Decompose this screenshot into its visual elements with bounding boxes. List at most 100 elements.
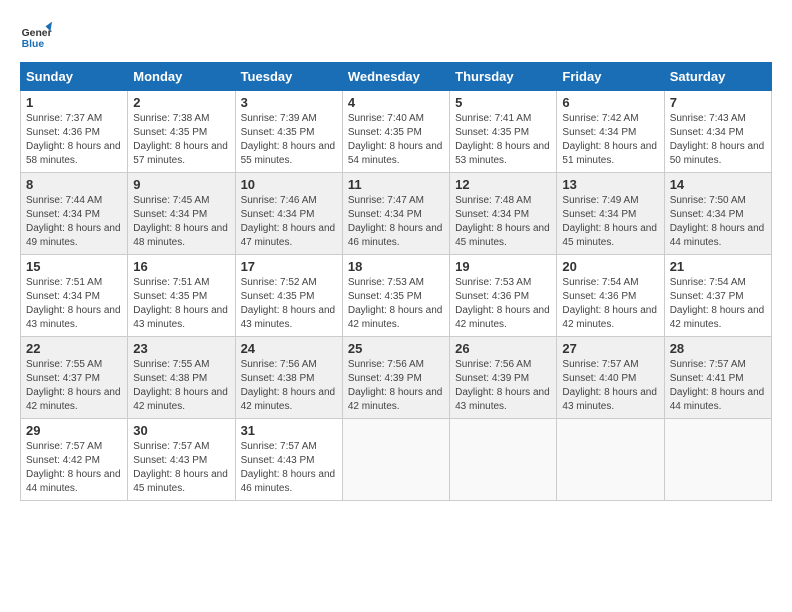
day-info: Sunrise: 7:55 AMSunset: 4:37 PMDaylight:… xyxy=(26,358,122,414)
day-info: Sunrise: 7:56 AMSunset: 4:39 PMDaylight:… xyxy=(455,358,551,414)
calendar-cell-26: 26Sunrise: 7:56 AMSunset: 4:39 PMDayligh… xyxy=(450,337,557,419)
calendar-cell-14: 14 Sunrise: 7:50 AMSunset: 4:34 PMDayligh… xyxy=(664,173,771,255)
day-info: Sunrise: 7:53 AMSunset: 4:35 PMDaylight:… xyxy=(348,276,444,332)
calendar-cell-28: 28 Sunrise: 7:57 AMSunset: 4:41 PMDayligh… xyxy=(664,337,771,419)
calendar-cell-27: 27 Sunrise: 7:57 AMSunset: 4:40 PMDayligh… xyxy=(557,337,664,419)
day-info: Sunrise: 7:57 AMSunset: 4:43 PMDaylight:… xyxy=(241,440,337,496)
day-header-friday: Friday xyxy=(557,63,664,91)
day-info: Sunrise: 7:56 AMSunset: 4:38 PMDaylight:… xyxy=(241,358,337,414)
day-number: 12 xyxy=(455,177,551,192)
day-number: 8 xyxy=(26,177,122,192)
calendar-cell-empty xyxy=(342,419,449,501)
calendar-cell-30: 30Sunrise: 7:57 AMSunset: 4:43 PMDayligh… xyxy=(128,419,235,501)
calendar-cell-19: 19 Sunrise: 7:53 AMSunset: 4:36 PMDayligh… xyxy=(450,255,557,337)
day-header-saturday: Saturday xyxy=(664,63,771,91)
calendar-cell-9: 9 Sunrise: 7:45 AMSunset: 4:34 PMDaylight… xyxy=(128,173,235,255)
day-number: 16 xyxy=(133,259,229,274)
day-info: Sunrise: 7:42 AMSunset: 4:34 PMDaylight:… xyxy=(562,112,658,168)
day-header-wednesday: Wednesday xyxy=(342,63,449,91)
calendar-cell-10: 10 Sunrise: 7:46 AMSunset: 4:34 PMDayligh… xyxy=(235,173,342,255)
calendar-cell-22: 22Sunrise: 7:55 AMSunset: 4:37 PMDayligh… xyxy=(21,337,128,419)
day-number: 23 xyxy=(133,341,229,356)
calendar-cell-25: 25 Sunrise: 7:56 AMSunset: 4:39 PMDayligh… xyxy=(342,337,449,419)
calendar-cell-3: 3 Sunrise: 7:39 AMSunset: 4:35 PMDaylight… xyxy=(235,91,342,173)
day-info: Sunrise: 7:55 AMSunset: 4:38 PMDaylight:… xyxy=(133,358,229,414)
day-info: Sunrise: 7:52 AMSunset: 4:35 PMDaylight:… xyxy=(241,276,337,332)
calendar-cell-15: 15 Sunrise: 7:51 AMSunset: 4:34 PMDayligh… xyxy=(21,255,128,337)
day-number: 18 xyxy=(348,259,444,274)
day-header-thursday: Thursday xyxy=(450,63,557,91)
logo: General Blue xyxy=(20,20,58,52)
day-number: 1 xyxy=(26,95,122,110)
calendar-cell-4: 4 Sunrise: 7:40 AMSunset: 4:35 PMDaylight… xyxy=(342,91,449,173)
day-info: Sunrise: 7:43 AMSunset: 4:34 PMDaylight:… xyxy=(670,112,766,168)
calendar-body: 1Sunrise: 7:37 AMSunset: 4:36 PMDaylight… xyxy=(21,91,772,501)
calendar-cell-29: 29 Sunrise: 7:57 AMSunset: 4:42 PMDayligh… xyxy=(21,419,128,501)
day-info: Sunrise: 7:41 AMSunset: 4:35 PMDaylight:… xyxy=(455,112,551,168)
calendar-cell-24: 24 Sunrise: 7:56 AMSunset: 4:38 PMDayligh… xyxy=(235,337,342,419)
day-number: 11 xyxy=(348,177,444,192)
calendar-table: SundayMondayTuesdayWednesdayThursdayFrid… xyxy=(20,62,772,501)
svg-text:Blue: Blue xyxy=(22,39,45,50)
day-number: 27 xyxy=(562,341,658,356)
day-number: 24 xyxy=(241,341,337,356)
day-info: Sunrise: 7:48 AMSunset: 4:34 PMDaylight:… xyxy=(455,194,551,250)
day-info: Sunrise: 7:38 AMSunset: 4:35 PMDaylight:… xyxy=(133,112,229,168)
day-info: Sunrise: 7:54 AMSunset: 4:36 PMDaylight:… xyxy=(562,276,658,332)
day-info: Sunrise: 7:40 AMSunset: 4:35 PMDaylight:… xyxy=(348,112,444,168)
day-number: 17 xyxy=(241,259,337,274)
day-info: Sunrise: 7:47 AMSunset: 4:34 PMDaylight:… xyxy=(348,194,444,250)
calendar-cell-2: 2 Sunrise: 7:38 AMSunset: 4:35 PMDaylight… xyxy=(128,91,235,173)
calendar-cell-16: 16 Sunrise: 7:51 AMSunset: 4:35 PMDayligh… xyxy=(128,255,235,337)
day-number: 30 xyxy=(133,423,229,438)
calendar-cell-17: 17 Sunrise: 7:52 AMSunset: 4:35 PMDayligh… xyxy=(235,255,342,337)
day-number: 2 xyxy=(133,95,229,110)
calendar-cell-21: 21Sunrise: 7:54 AMSunset: 4:37 PMDayligh… xyxy=(664,255,771,337)
day-number: 13 xyxy=(562,177,658,192)
day-info: Sunrise: 7:50 AMSunset: 4:34 PMDaylight:… xyxy=(670,194,766,250)
day-number: 15 xyxy=(26,259,122,274)
day-info: Sunrise: 7:51 AMSunset: 4:34 PMDaylight:… xyxy=(26,276,122,332)
day-info: Sunrise: 7:46 AMSunset: 4:34 PMDaylight:… xyxy=(241,194,337,250)
day-info: Sunrise: 7:57 AMSunset: 4:42 PMDaylight:… xyxy=(26,440,122,496)
day-number: 6 xyxy=(562,95,658,110)
calendar-cell-1: 1Sunrise: 7:37 AMSunset: 4:36 PMDaylight… xyxy=(21,91,128,173)
day-info: Sunrise: 7:54 AMSunset: 4:37 PMDaylight:… xyxy=(670,276,766,332)
calendar-cell-empty xyxy=(450,419,557,501)
calendar-cell-11: 11 Sunrise: 7:47 AMSunset: 4:34 PMDayligh… xyxy=(342,173,449,255)
calendar-cell-18: 18 Sunrise: 7:53 AMSunset: 4:35 PMDayligh… xyxy=(342,255,449,337)
day-number: 10 xyxy=(241,177,337,192)
calendar-cell-12: 12 Sunrise: 7:48 AMSunset: 4:34 PMDayligh… xyxy=(450,173,557,255)
day-number: 31 xyxy=(241,423,337,438)
calendar-cell-5: 5Sunrise: 7:41 AMSunset: 4:35 PMDaylight… xyxy=(450,91,557,173)
calendar-cell-23: 23 Sunrise: 7:55 AMSunset: 4:38 PMDayligh… xyxy=(128,337,235,419)
day-number: 3 xyxy=(241,95,337,110)
calendar-cell-13: 13 Sunrise: 7:49 AMSunset: 4:34 PMDayligh… xyxy=(557,173,664,255)
day-number: 4 xyxy=(348,95,444,110)
calendar-cell-empty xyxy=(557,419,664,501)
day-info: Sunrise: 7:49 AMSunset: 4:34 PMDaylight:… xyxy=(562,194,658,250)
day-info: Sunrise: 7:53 AMSunset: 4:36 PMDaylight:… xyxy=(455,276,551,332)
day-number: 28 xyxy=(670,341,766,356)
day-info: Sunrise: 7:45 AMSunset: 4:34 PMDaylight:… xyxy=(133,194,229,250)
calendar-cell-8: 8Sunrise: 7:44 AMSunset: 4:34 PMDaylight… xyxy=(21,173,128,255)
day-number: 7 xyxy=(670,95,766,110)
day-info: Sunrise: 7:56 AMSunset: 4:39 PMDaylight:… xyxy=(348,358,444,414)
logo-icon: General Blue xyxy=(20,20,52,52)
calendar-cell-6: 6 Sunrise: 7:42 AMSunset: 4:34 PMDaylight… xyxy=(557,91,664,173)
day-number: 9 xyxy=(133,177,229,192)
day-number: 20 xyxy=(562,259,658,274)
day-header-sunday: Sunday xyxy=(21,63,128,91)
day-info: Sunrise: 7:51 AMSunset: 4:35 PMDaylight:… xyxy=(133,276,229,332)
day-number: 29 xyxy=(26,423,122,438)
day-number: 25 xyxy=(348,341,444,356)
day-info: Sunrise: 7:57 AMSunset: 4:41 PMDaylight:… xyxy=(670,358,766,414)
day-info: Sunrise: 7:57 AMSunset: 4:40 PMDaylight:… xyxy=(562,358,658,414)
day-number: 19 xyxy=(455,259,551,274)
day-info: Sunrise: 7:39 AMSunset: 4:35 PMDaylight:… xyxy=(241,112,337,168)
calendar-cell-7: 7 Sunrise: 7:43 AMSunset: 4:34 PMDaylight… xyxy=(664,91,771,173)
day-header-monday: Monday xyxy=(128,63,235,91)
calendar-cell-empty xyxy=(664,419,771,501)
day-number: 14 xyxy=(670,177,766,192)
svg-text:General: General xyxy=(22,28,52,39)
